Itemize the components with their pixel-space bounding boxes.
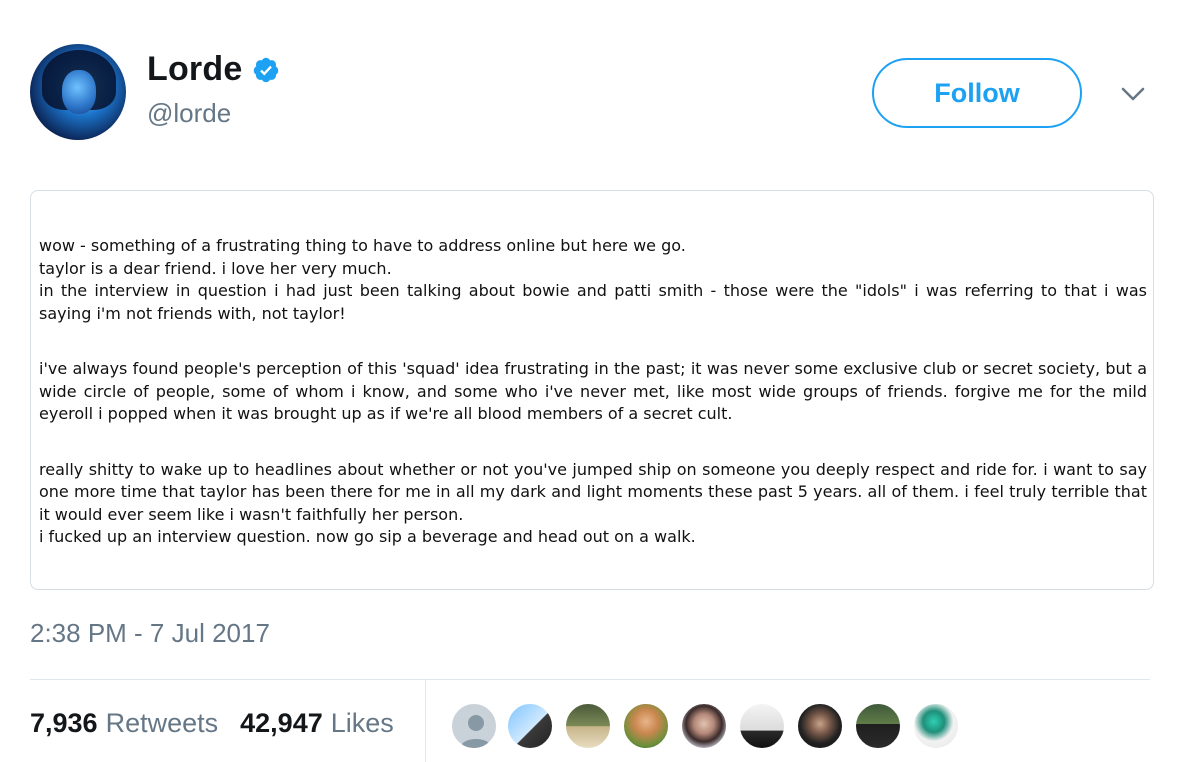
note-line: wow - something of a frustrating thing t…	[39, 236, 686, 255]
liker-avatar[interactable]	[680, 702, 728, 750]
liker-avatar[interactable]	[450, 702, 498, 750]
note-paragraph: really shitty to wake up to headlines ab…	[39, 459, 1147, 524]
retweets-count: 7,936	[30, 708, 98, 738]
user-handle[interactable]: @lorde	[147, 98, 231, 129]
display-name[interactable]: Lorde	[147, 50, 242, 89]
divider	[30, 679, 1150, 680]
note-text: wow - something of a frustrating thing t…	[39, 235, 1147, 549]
name-row: Lorde	[147, 50, 280, 89]
likes-count: 42,947	[240, 708, 323, 738]
note-line: in the interview in question i had just …	[39, 281, 1147, 323]
retweets-stat[interactable]: 7,936 Retweets	[30, 708, 218, 739]
liker-avatar[interactable]	[506, 702, 554, 750]
likes-stat[interactable]: 42,947 Likes	[240, 708, 394, 739]
liker-avatar[interactable]	[622, 702, 670, 750]
liker-avatar[interactable]	[564, 702, 612, 750]
liker-avatar[interactable]	[912, 702, 960, 750]
divider	[425, 680, 426, 762]
follow-button[interactable]: Follow	[872, 58, 1082, 128]
note-paragraph: i've always found people's perception of…	[39, 359, 1147, 423]
retweets-label: Retweets	[105, 708, 219, 738]
note-line: i fucked up an interview question. now g…	[39, 527, 696, 546]
liker-avatar[interactable]	[738, 702, 786, 750]
liker-avatar[interactable]	[854, 702, 902, 750]
tweet-timestamp[interactable]: 2:38 PM - 7 Jul 2017	[30, 618, 270, 649]
note-line: taylor is a dear friend. i love her very…	[39, 258, 392, 278]
chevron-down-icon[interactable]	[1118, 82, 1148, 106]
tweet-stats: 7,936 Retweets 42,947 Likes	[30, 708, 394, 739]
liker-avatar[interactable]	[796, 702, 844, 750]
likes-label: Likes	[330, 708, 394, 738]
verified-badge-icon	[254, 57, 279, 82]
tweet-image-note[interactable]: wow - something of a frustrating thing t…	[30, 190, 1154, 590]
profile-avatar[interactable]	[30, 44, 126, 140]
